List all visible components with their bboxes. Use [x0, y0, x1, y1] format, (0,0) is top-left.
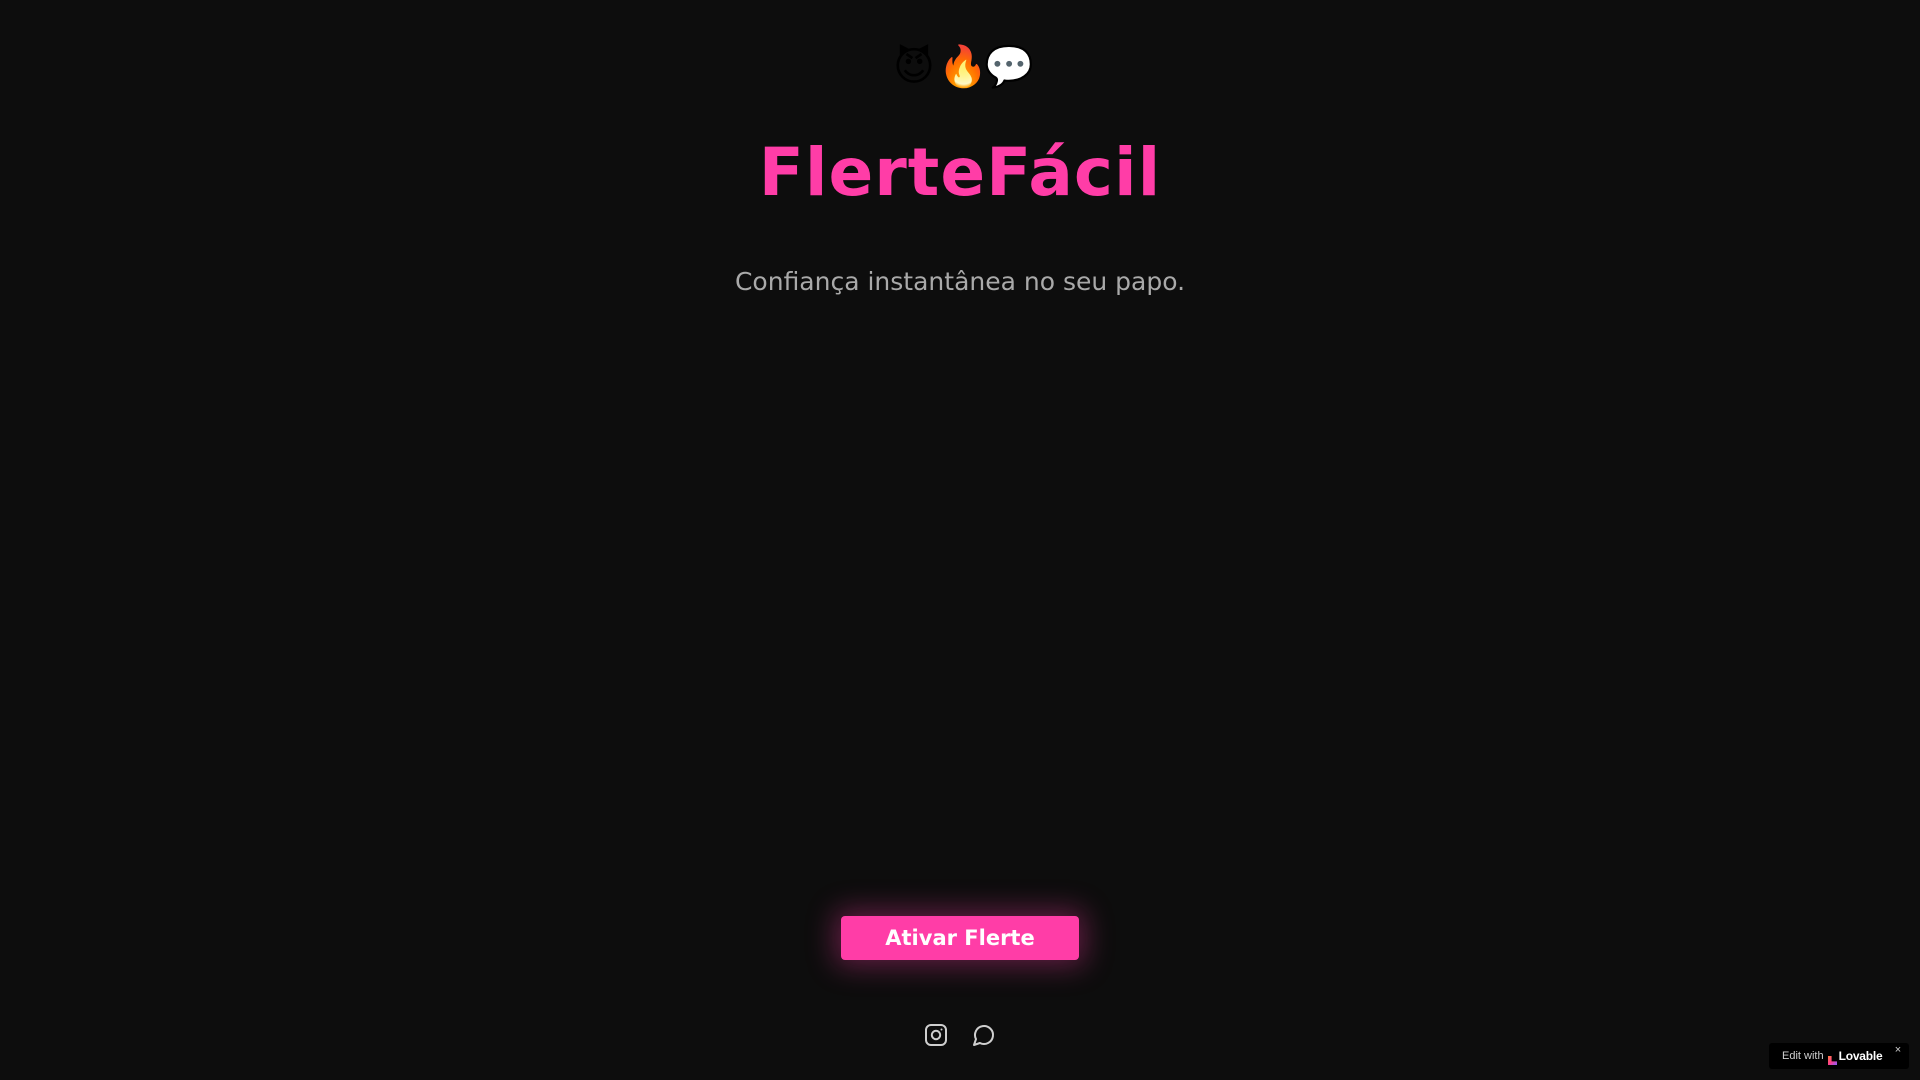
app-title: FlerteFácil: [758, 134, 1162, 211]
instagram-icon[interactable]: [924, 1023, 948, 1047]
badge-close-icon[interactable]: ×: [1891, 1043, 1905, 1057]
tagline: Confiança instantânea no seu papo.: [734, 267, 1186, 296]
badge-brand-label: Lovable: [1838, 1049, 1883, 1063]
fire-icon: 🔥: [938, 44, 988, 90]
lovable-logo-icon: [1827, 1052, 1837, 1065]
chat-bubble-icon[interactable]: [972, 1023, 996, 1047]
activate-flirt-button[interactable]: Ativar Flerte: [841, 916, 1079, 960]
emoji-header: 😈 🔥 💬: [0, 42, 1920, 92]
smiling-devil-icon: 😈: [893, 44, 935, 90]
landing-page: 😈 🔥 💬 FlerteFácil Confiança instantânea …: [0, 0, 1920, 1080]
badge-prefix-label: Edit with: [1782, 1050, 1824, 1062]
edit-with-lovable-badge[interactable]: Edit with Lovable: [1769, 1043, 1909, 1069]
social-links: [0, 1023, 1920, 1047]
speech-bubble-icon: 💬: [984, 44, 1034, 90]
